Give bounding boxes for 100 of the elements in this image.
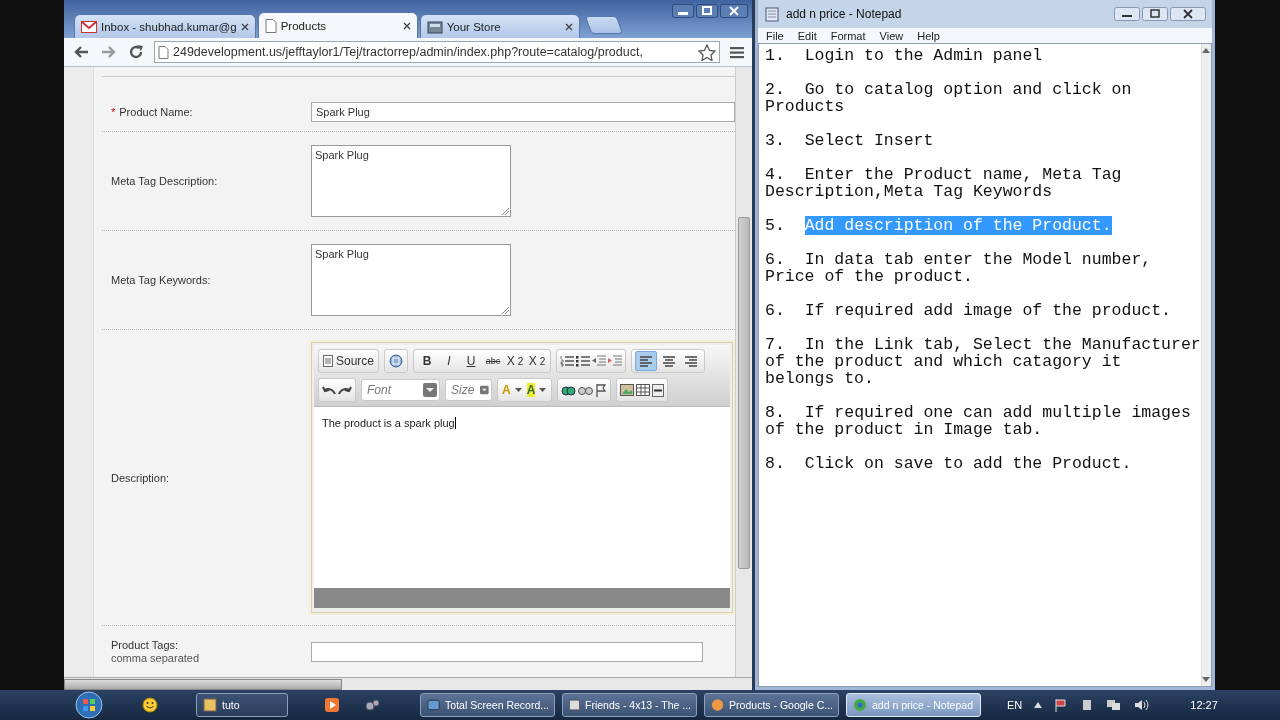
- text-field[interactable]: Spark Plug: [311, 102, 735, 122]
- background-color-button[interactable]: A: [525, 381, 549, 399]
- textarea-field[interactable]: Spark Plug: [311, 244, 511, 316]
- outdent-icon[interactable]: [592, 355, 607, 367]
- app-icon: [710, 697, 726, 713]
- clock: 12:27: [1190, 699, 1218, 711]
- new-tab-button[interactable]: [584, 16, 623, 34]
- required-mark: *: [111, 106, 116, 118]
- caret-icon: [513, 387, 523, 393]
- app-icon: [202, 697, 218, 713]
- reload-icon[interactable]: [128, 44, 144, 60]
- format-button[interactable]: I: [439, 352, 460, 370]
- format-button[interactable]: B: [417, 352, 438, 370]
- maximize-icon[interactable]: [388, 353, 405, 369]
- window-title: add n price - Notepad: [786, 7, 903, 21]
- tray-expand-icon[interactable]: [1034, 702, 1043, 708]
- back-icon[interactable]: [72, 44, 90, 60]
- rich-text-editor[interactable]: The product is a spark plug: [314, 406, 730, 588]
- app-icon: [426, 697, 442, 713]
- menu-item[interactable]: Edit: [797, 29, 817, 42]
- size-dropdown[interactable]: Size: [445, 379, 492, 401]
- align-right-icon[interactable]: [684, 354, 699, 368]
- app-icon: [852, 697, 868, 713]
- source-icon: [323, 355, 333, 367]
- text-line: 3. Select Insert: [765, 132, 934, 149]
- start-button-icon[interactable]: [72, 690, 106, 720]
- minimize-icon[interactable]: [672, 4, 694, 18]
- flag-icon[interactable]: [1054, 698, 1069, 712]
- scroll-up-icon[interactable]: [1202, 48, 1211, 53]
- close-icon[interactable]: [402, 21, 411, 30]
- text-line: 2. Go to catalog option and click on Products: [765, 81, 1132, 115]
- taskbar-button[interactable]: Products - Google C...: [704, 693, 839, 717]
- menu-icon[interactable]: [730, 45, 744, 59]
- text-line: 1. Login to the Admin panel: [765, 47, 1043, 64]
- indent-icon[interactable]: [608, 355, 623, 367]
- flag-icon[interactable]: [595, 383, 608, 397]
- maximize-icon[interactable]: [696, 4, 718, 18]
- mail-icon: [81, 20, 97, 33]
- close-icon[interactable]: [564, 22, 573, 31]
- smiley-icon[interactable]: [142, 697, 158, 713]
- table-icon[interactable]: [636, 384, 651, 396]
- align-left-icon[interactable]: [639, 354, 654, 368]
- menu-item[interactable]: View: [879, 29, 904, 42]
- menu-item[interactable]: File: [766, 29, 784, 42]
- scroll-down-icon[interactable]: [1202, 677, 1211, 682]
- taskbar-button[interactable]: Total Screen Record...: [420, 693, 555, 717]
- resize-grip-icon: [502, 208, 509, 215]
- field-label: Description:: [111, 471, 170, 484]
- numbered-list-icon[interactable]: [560, 355, 575, 367]
- bulleted-list-icon[interactable]: [576, 355, 591, 367]
- menu-item[interactable]: Format: [830, 29, 866, 42]
- format-button[interactable]: U: [461, 352, 482, 370]
- field-label: Product Name:: [119, 106, 193, 118]
- browser-tab[interactable]: Inbox - shubhad.kumar@g: [74, 14, 256, 38]
- format-button[interactable]: abc: [483, 352, 504, 370]
- language-indicator[interactable]: EN: [1007, 699, 1023, 711]
- gears-icon[interactable]: [364, 697, 382, 713]
- text-line: 4. Enter the Product name, Meta Tag Description,Meta Tag Keywords: [765, 166, 1122, 200]
- media-player-icon[interactable]: [324, 697, 340, 713]
- text-line: 7. In the Link tab, Select the Manufacturer of the product and which catagory it belongs to.: [765, 336, 1201, 387]
- undo-icon[interactable]: [322, 384, 336, 396]
- link-icon[interactable]: [561, 383, 577, 397]
- resize-grip-icon: [502, 307, 509, 314]
- font-dropdown[interactable]: Font: [361, 379, 440, 401]
- close-icon[interactable]: [720, 4, 748, 18]
- minimize-icon[interactable]: [1114, 7, 1140, 21]
- scrollbar-thumb[interactable]: [738, 217, 750, 569]
- text-line: 5. Add description of the Product.: [765, 217, 1112, 234]
- taskbar-button[interactable]: tuto: [196, 693, 288, 717]
- star-icon[interactable]: [698, 43, 716, 61]
- field-hint: comma separated: [111, 652, 201, 664]
- taskbar-button[interactable]: Friends - 4x13 - The ...: [562, 693, 697, 717]
- document-icon: [158, 45, 169, 59]
- text-line: 6. If required add image of the product.: [765, 302, 1171, 319]
- text-line: 8. Click on save to add the Product.: [765, 455, 1132, 472]
- align-center-icon[interactable]: [662, 354, 677, 368]
- text-line: 8. If required one can add multiple images of the product in Image tab.: [765, 404, 1191, 438]
- field-label: Meta Tag Description:: [111, 175, 218, 187]
- image-icon[interactable]: [620, 384, 635, 396]
- maximize-icon[interactable]: [1142, 7, 1168, 21]
- document-icon: [264, 18, 277, 33]
- app-icon: [568, 697, 581, 713]
- text-line: 6. In data tab enter the Model number, Price of the product.: [765, 251, 1152, 285]
- browser-tab[interactable]: Your Store: [419, 14, 580, 38]
- redo-icon[interactable]: [338, 384, 352, 396]
- volume-icon[interactable]: [1134, 698, 1151, 712]
- forward-icon[interactable]: [100, 44, 118, 60]
- textarea-field[interactable]: Spark Plug: [311, 145, 511, 217]
- field-label: Meta Tag Keywords:: [111, 274, 211, 286]
- tags-field[interactable]: [311, 641, 703, 662]
- store-icon: [426, 19, 443, 34]
- close-icon[interactable]: [1170, 7, 1206, 21]
- close-icon[interactable]: [240, 22, 249, 31]
- browser-tab[interactable]: Products: [257, 12, 418, 38]
- caret-icon: [538, 387, 548, 393]
- network-icon[interactable]: [1106, 698, 1123, 712]
- field-label: Product Tags:: [111, 639, 179, 651]
- address-bar[interactable]: 249development.us/jefftaylor1/Tej/tractorrep/admin/index.php?route=catalog/product,: [154, 41, 720, 63]
- menu-item[interactable]: Help: [917, 29, 940, 42]
- scrollbar-thumb[interactable]: [64, 679, 342, 690]
